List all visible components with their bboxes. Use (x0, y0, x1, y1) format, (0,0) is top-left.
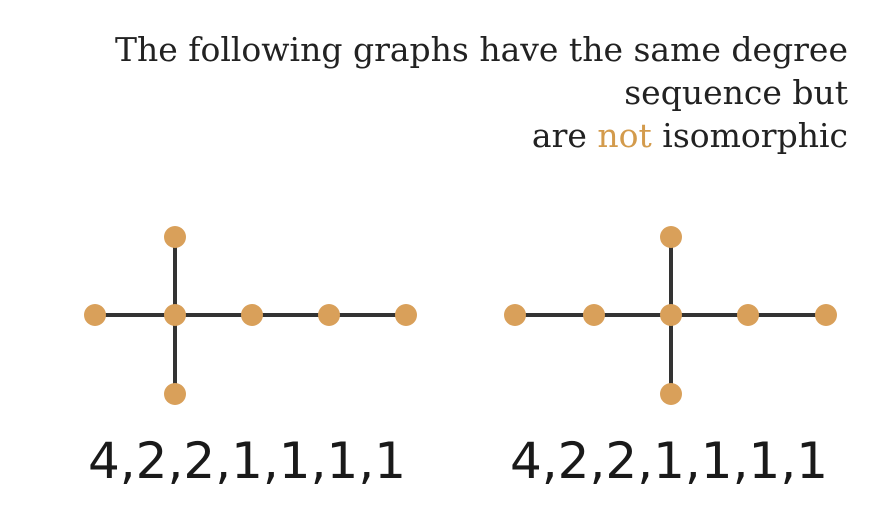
degree-sequence-graph-1: 4,2,2,1,1,1,1 (87, 432, 407, 490)
graph-2-node (504, 304, 526, 326)
graph-2-node (660, 304, 682, 326)
graph-2-node (583, 304, 605, 326)
graph-2-node (660, 383, 682, 405)
graph-2-node (660, 226, 682, 248)
graph-2-node (737, 304, 759, 326)
degree-sequence-graph-2: 4,2,2,1,1,1,1 (509, 432, 829, 490)
graph-2-node (815, 304, 837, 326)
